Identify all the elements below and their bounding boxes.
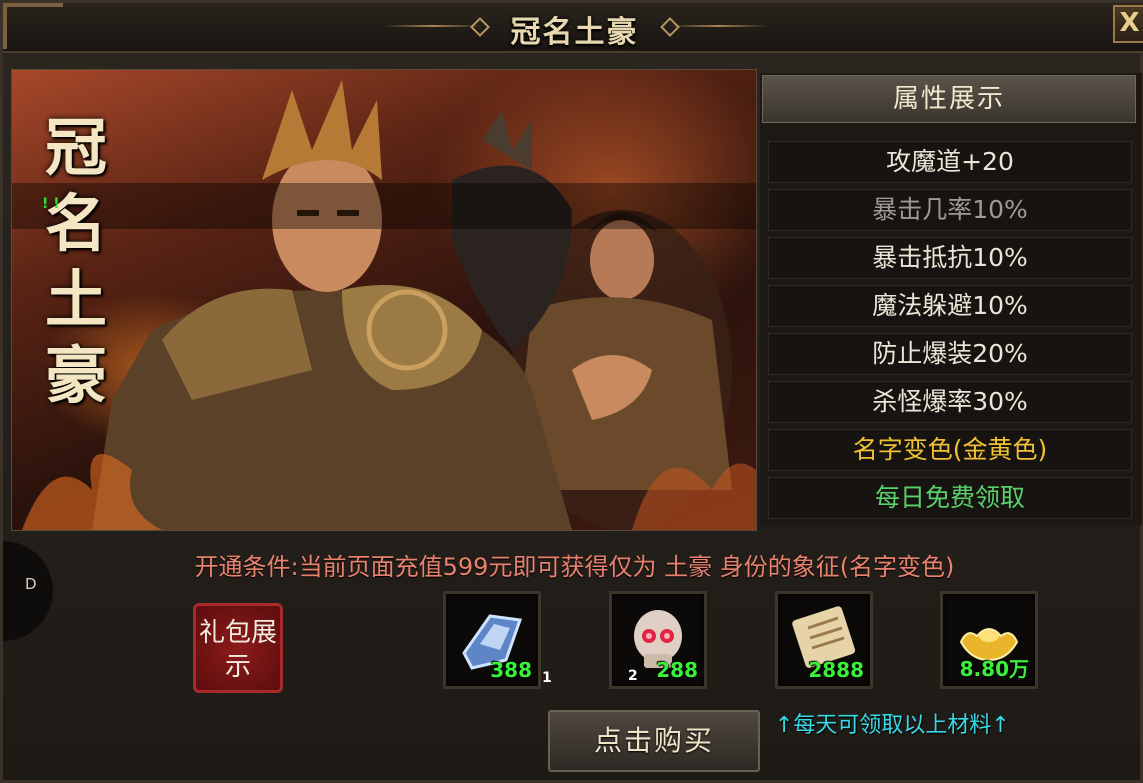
side-tab-label: D (25, 575, 37, 593)
attribute-header: 属性展示 (762, 75, 1136, 123)
attribute-row: 暴击抵抗10% (768, 237, 1132, 279)
attribute-row: 攻魔道+20 (768, 141, 1132, 183)
reward-count: 388 (490, 658, 532, 682)
attribute-row: 防止爆装20% (768, 333, 1132, 375)
vip-panel: 冠名土豪 X 冠名土豪 ! ! 属性展示 攻魔道+20 暴击几率10% 暴击抵抗… (0, 0, 1143, 783)
reward-badge: 2 (628, 668, 638, 684)
gift-pack-label: 礼包展示 (193, 603, 283, 693)
daily-claim-note: ↑每天可领取以上材料↑ (775, 713, 1010, 738)
unlock-condition-text: 开通条件:当前页面充值599元即可获得仅为 土豪 身份的象征(名字变色) (194, 553, 955, 581)
attribute-row: 每日免费领取 (768, 477, 1132, 519)
window-title: 冠名土豪 (510, 15, 639, 50)
title-ornament-right (668, 25, 768, 27)
reward-count: 2888 (808, 658, 864, 682)
attribute-panel: 属性展示 攻魔道+20 暴击几率10% 暴击抵抗10% 魔法躲避10% 防止爆装… (760, 73, 1142, 525)
reward-badge: 1 (542, 670, 552, 686)
hero-figures (22, 80, 756, 530)
buy-button[interactable]: 点击购买 (548, 710, 760, 772)
hero-calligraphy-title: 冠名土豪 (44, 111, 107, 412)
hero-shade-strip (12, 183, 756, 229)
status-marker: ! ! (42, 196, 60, 212)
reward-count: 288 (656, 658, 698, 682)
attribute-row: 暴击几率10% (768, 189, 1132, 231)
title-bar: 冠名土豪 X (3, 3, 1143, 53)
close-button[interactable]: X (1113, 5, 1143, 43)
attribute-row: 名字变色(金黄色) (768, 429, 1132, 471)
attribute-row: 杀怪爆率30% (768, 381, 1132, 423)
reward-count: 8.80万 (959, 657, 1029, 681)
reward-slot[interactable]: 388 1 (443, 591, 552, 689)
reward-slot[interactable]: 8.80万 (940, 591, 1038, 689)
hero-artwork: 冠名土豪 ! ! (11, 69, 757, 531)
attribute-row: 魔法躲避10% (768, 285, 1132, 327)
reward-slot[interactable]: 288 2 (609, 591, 707, 689)
reward-slot[interactable]: 2888 (775, 591, 873, 689)
